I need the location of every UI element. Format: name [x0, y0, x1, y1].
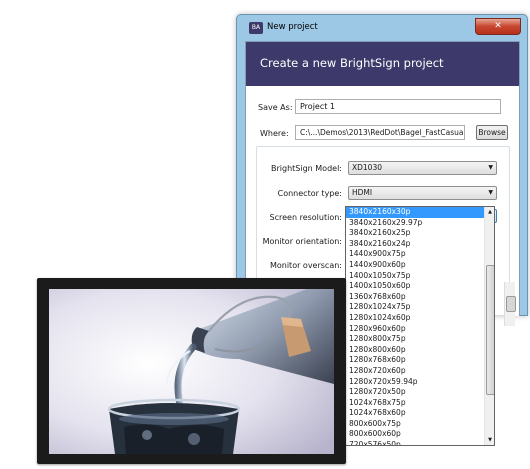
dropdown-option[interactable]: 1280x720x59.94p [346, 377, 484, 388]
brightsign-model-value: XD1030 [352, 163, 382, 172]
title-bar[interactable]: BA New project ✕ [237, 15, 527, 41]
scroll-down-arrow-icon[interactable]: ▼ [485, 435, 494, 445]
connector-type-select[interactable]: HDMI ▼ [348, 186, 497, 200]
dropdown-option[interactable]: 1400x1050x60p [346, 281, 484, 292]
dropdown-option[interactable]: 1280x960x60p [346, 324, 484, 335]
dropdown-option[interactable]: 1024x768x60p [346, 408, 484, 419]
where-label: Where: [260, 129, 289, 138]
screen-resolution-dropdown-list[interactable]: 3840x2160x30p 3840x2160x29.97p 3840x2160x2… [345, 206, 495, 446]
window-title: New project [267, 22, 318, 32]
dropdown-option[interactable]: 3840x2160x24p [346, 239, 484, 250]
dropdown-option[interactable]: 1360x768x60p [346, 292, 484, 303]
dropdown-option[interactable]: 1024x768x75p [346, 398, 484, 409]
dropdown-option[interactable]: 3840x2160x29.97p [346, 218, 484, 229]
chevron-down-icon: ▼ [488, 164, 493, 171]
scroll-up-arrow-icon[interactable]: ▲ [485, 207, 494, 217]
save-as-input[interactable]: Project 1 [295, 99, 501, 114]
dropdown-option[interactable]: 1440x900x60p [346, 260, 484, 271]
dropdown-option[interactable]: 1280x1024x75p [346, 302, 484, 313]
bottle-pouring-water-photo [49, 289, 334, 454]
dropdown-option[interactable]: 1280x800x75p [346, 334, 484, 345]
monitor-orientation-label: Monitor orientation: [262, 237, 342, 246]
dropdown-option[interactable]: 800x600x75p [346, 419, 484, 430]
dropdown-option[interactable]: 1280x768x60p [346, 355, 484, 366]
brightsign-model-label: BrightSign Model: [271, 164, 342, 173]
browse-button[interactable]: Browse [476, 125, 508, 140]
header-banner: Create a new BrightSign project [246, 42, 519, 86]
connector-type-label: Connector type: [277, 189, 342, 198]
brightauthor-app-icon: BA [249, 22, 263, 34]
dropdown-scrollbar[interactable]: ▲ ▼ [484, 207, 494, 445]
dropdown-option[interactable]: 800x600x60p [346, 429, 484, 440]
dropdown-option[interactable]: 3840x2160x30p [346, 207, 484, 218]
resolution-options: 3840x2160x30p 3840x2160x29.97p 3840x2160x2… [346, 207, 484, 445]
dropdown-option[interactable]: 1280x800x60p [346, 345, 484, 356]
dropdown-option[interactable]: 3840x2160x25p [346, 228, 484, 239]
dropdown-option[interactable]: 1280x720x50p [346, 387, 484, 398]
monitor-frame [37, 278, 346, 464]
dropdown-scrollbar-thumb[interactable] [486, 265, 494, 395]
dropdown-option[interactable]: 720x576x50p [346, 440, 484, 445]
dropdown-option[interactable]: 1280x720x60p [346, 366, 484, 377]
connector-type-value: HDMI [352, 188, 373, 197]
dropdown-option[interactable]: 1280x1024x60p [346, 313, 484, 324]
dropdown-option[interactable]: 1400x1050x75p [346, 271, 484, 282]
chevron-down-icon: ▼ [488, 189, 493, 196]
dropdown-option[interactable]: 1440x900x75p [346, 249, 484, 260]
monitor-screen-image [49, 289, 334, 454]
dialog-scrollbar-thumb[interactable] [506, 296, 516, 312]
close-button[interactable]: ✕ [475, 18, 521, 35]
where-path-field[interactable]: C:\...\Demos\2013\RedDot\Bagel_FastCasua… [295, 125, 465, 140]
dialog-scrollbar[interactable] [504, 282, 516, 326]
brightsign-model-select[interactable]: XD1030 ▼ [348, 161, 497, 175]
monitor-overscan-label: Monitor overscan: [269, 261, 342, 270]
page-title: Create a new BrightSign project [260, 56, 444, 70]
save-as-label: Save As: [258, 103, 293, 112]
screen-resolution-label: Screen resolution: [269, 213, 342, 222]
